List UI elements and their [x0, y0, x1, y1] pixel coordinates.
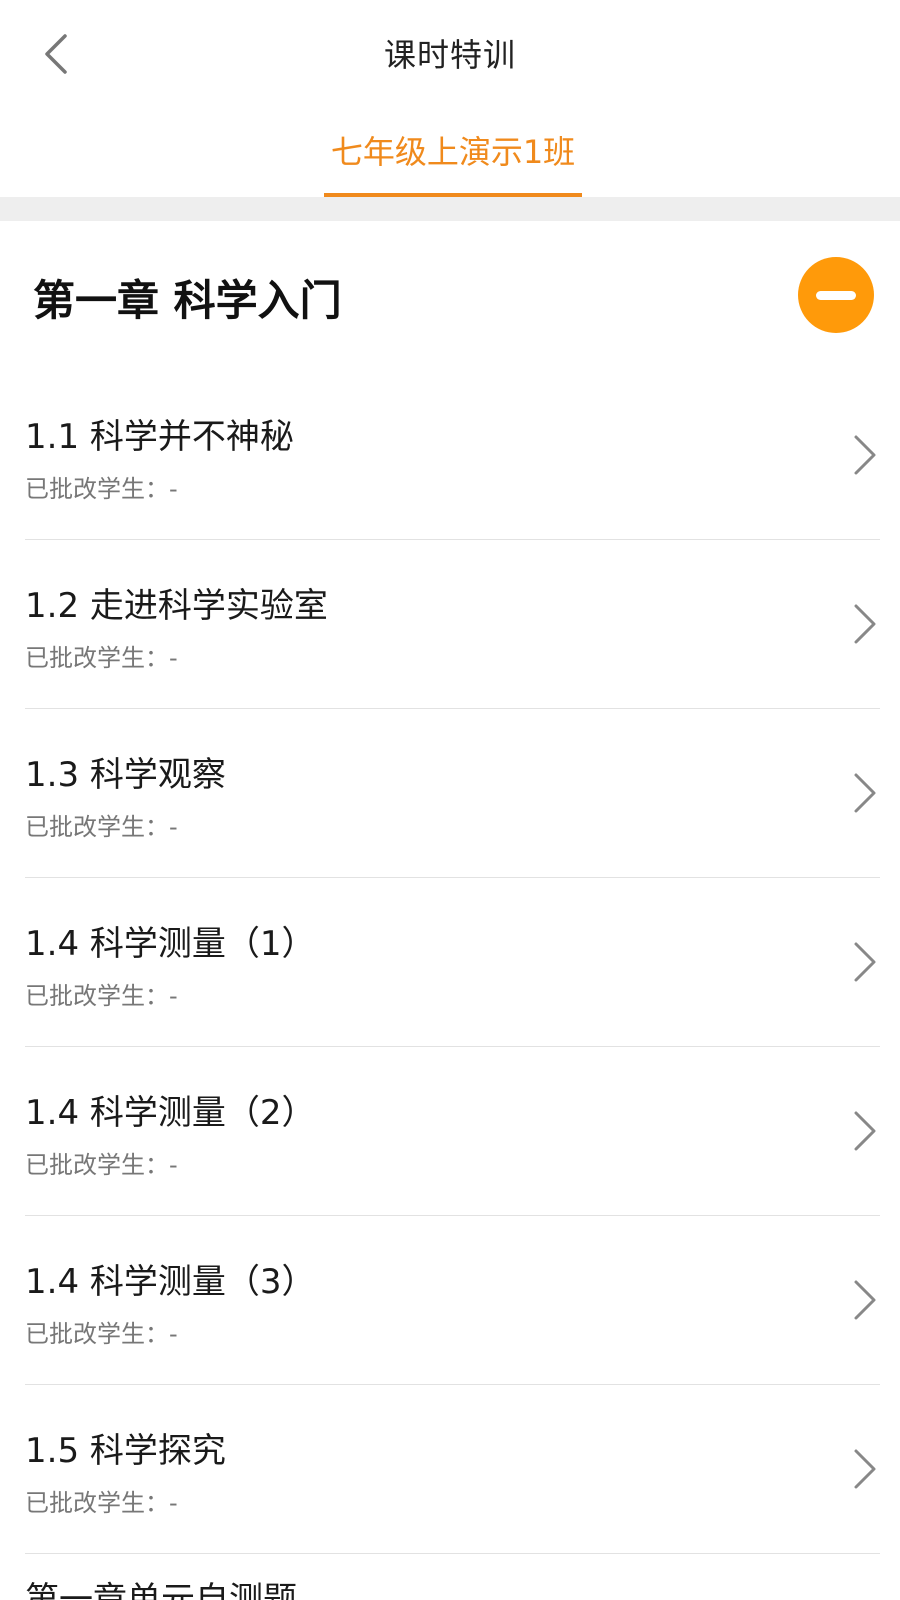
tab-label: 七年级上演示1班: [330, 133, 576, 171]
chevron-right-icon: [854, 1280, 876, 1320]
lesson-item[interactable]: 1.5 科学探究 已批改学生：-: [25, 1385, 880, 1554]
chevron-right-icon: [854, 773, 876, 813]
lesson-title: 1.4 科学测量（3）: [25, 1262, 316, 1302]
lesson-status: 已批改学生：-: [25, 1151, 178, 1179]
lesson-status: 已批改学生：-: [25, 1320, 178, 1348]
lesson-title: 1.1 科学并不神秘: [25, 417, 294, 457]
chevron-right-icon: [854, 604, 876, 644]
lesson-item[interactable]: 1.4 科学测量（2） 已批改学生：-: [25, 1047, 880, 1216]
minus-circle-icon: [816, 290, 856, 300]
lesson-item[interactable]: 1.2 走进科学实验室 已批改学生：-: [25, 540, 880, 709]
lesson-item[interactable]: 1.1 科学并不神秘 已批改学生：-: [25, 371, 880, 540]
chevron-right-icon: [854, 435, 876, 475]
lesson-status: 已批改学生：-: [25, 475, 178, 503]
lesson-item[interactable]: 1.4 科学测量（1） 已批改学生：-: [25, 878, 880, 1047]
lesson-title: 1.2 走进科学实验室: [25, 586, 328, 626]
chevron-right-icon: [854, 1111, 876, 1151]
lesson-item[interactable]: 1.4 科学测量（3） 已批改学生：-: [25, 1216, 880, 1385]
lesson-status: 已批改学生：-: [25, 813, 178, 841]
lesson-title: 1.4 科学测量（1）: [25, 924, 316, 964]
chevron-right-icon: [854, 1449, 876, 1489]
lesson-item[interactable]: 1.3 科学观察 已批改学生：-: [25, 709, 880, 878]
collapse-chapter-button[interactable]: [798, 257, 874, 333]
tab-class[interactable]: 七年级上演示1班: [324, 130, 582, 197]
chapter-header: 第一章 科学入门: [0, 221, 900, 371]
lesson-title: 1.4 科学测量（2）: [25, 1093, 316, 1133]
lesson-list: 1.1 科学并不神秘 已批改学生：- 1.2 走进科学实验室 已批改学生：- 1…: [0, 371, 900, 1554]
next-item-peek[interactable]: 第一章单元自测题: [25, 1556, 297, 1600]
class-tab-bar: 七年级上演示1班: [0, 110, 900, 197]
navigation-bar: 课时特训: [0, 0, 900, 110]
section-divider: [0, 197, 900, 221]
lesson-status: 已批改学生：-: [25, 982, 178, 1010]
lesson-title: 1.3 科学观察: [25, 755, 226, 795]
page-title: 课时特训: [383, 36, 516, 74]
lesson-status: 已批改学生：-: [25, 644, 178, 672]
chevron-right-icon: [854, 942, 876, 982]
lesson-title: 1.5 科学探究: [25, 1431, 226, 1471]
chapter-title: 第一章 科学入门: [33, 276, 342, 325]
lesson-status: 已批改学生：-: [25, 1489, 178, 1517]
